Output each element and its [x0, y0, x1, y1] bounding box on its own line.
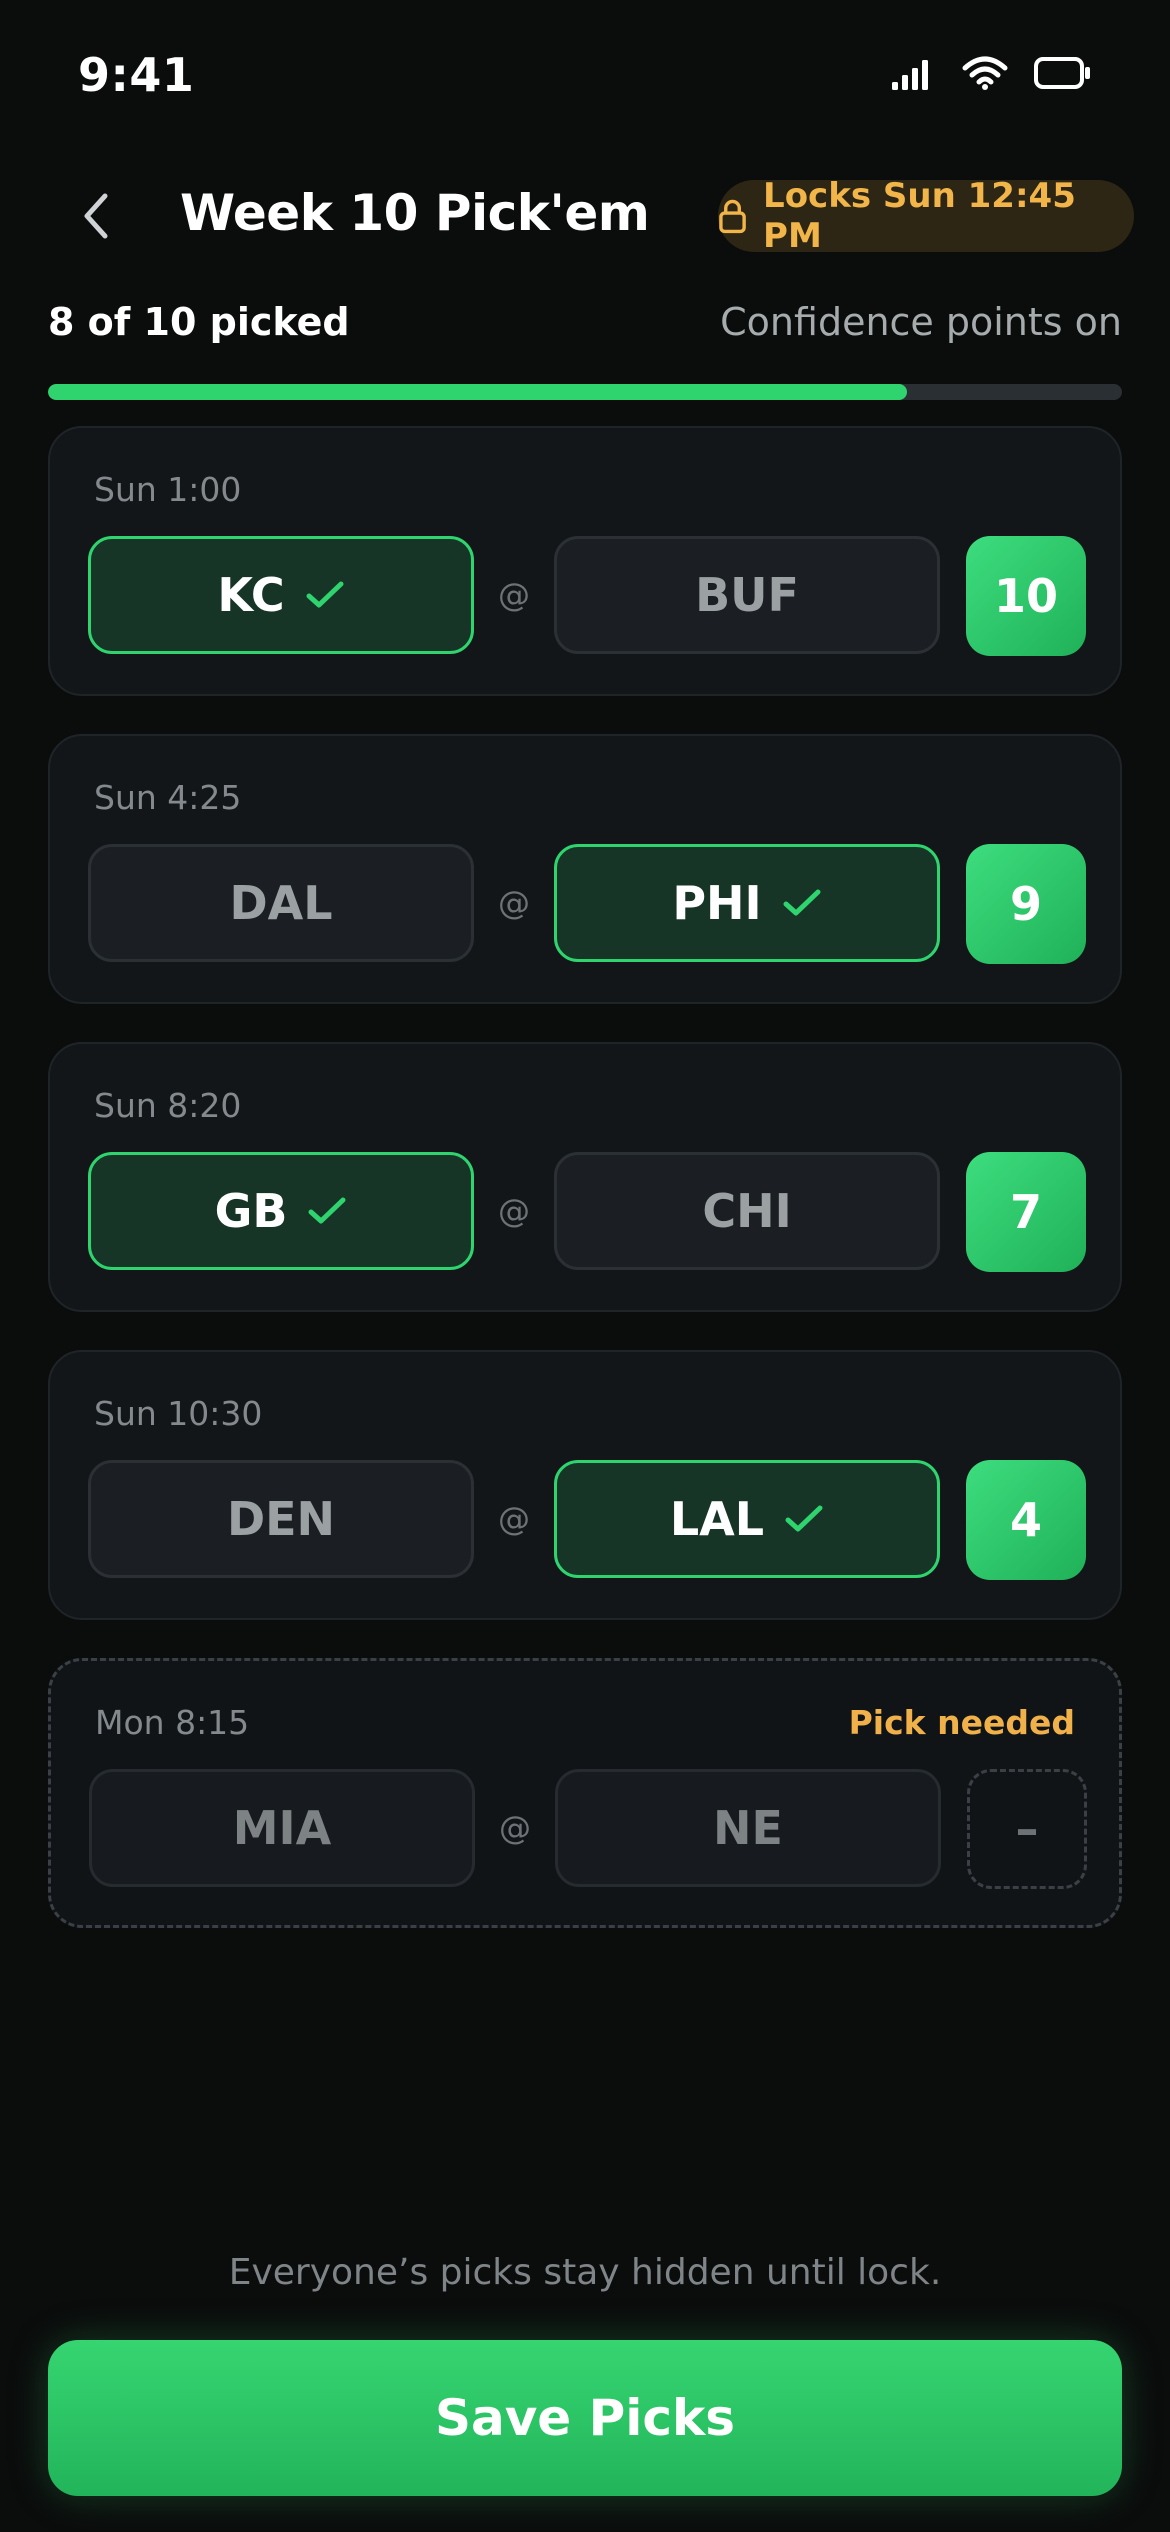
home-team-button[interactable]: BUF [554, 536, 940, 654]
picked-count: 8 of 10 picked [48, 300, 350, 344]
progress-summary: 8 of 10 picked Confidence points on [48, 300, 1122, 360]
at-separator: @ [499, 1809, 531, 1847]
checkmark-icon [308, 1197, 346, 1224]
at-separator: @ [498, 576, 530, 614]
checkmark-icon [306, 581, 344, 608]
lock-icon [719, 199, 746, 234]
at-separator: @ [498, 1500, 530, 1538]
progress-bar [48, 384, 1122, 400]
page-title: Week 10 Pick'em [180, 184, 650, 242]
battery-icon [1034, 57, 1090, 89]
back-chevron-icon [84, 193, 108, 239]
team-abbreviation: LAL [669, 1492, 765, 1546]
home-team-button[interactable]: LAL [554, 1460, 940, 1578]
game-time: Sun 10:30 [94, 1394, 263, 1433]
lock-time-text: Locks Sun 12:45 PM [763, 176, 1076, 256]
checkmark-icon [785, 1505, 823, 1532]
wifi-icon [962, 56, 1008, 90]
away-team-button[interactable]: DEN [88, 1460, 474, 1578]
team-abbreviation: DAL [229, 876, 333, 930]
away-team-button[interactable]: MIA [89, 1769, 475, 1887]
confidence-points-badge[interactable]: 9 [966, 844, 1086, 964]
checkmark-icon [783, 889, 821, 916]
status-bar: 9:41 [0, 0, 1170, 150]
team-abbreviation: MIA [232, 1801, 332, 1855]
game-time: Sun 8:20 [94, 1086, 242, 1125]
game-card: Sun 1:00 KC BUF @10 [48, 426, 1122, 696]
confidence-points-badge[interactable]: – [967, 1769, 1087, 1889]
games-list: Sun 1:00 KC BUF @10 Sun 4:25 DAL PHI @9 Sun 8:20… [48, 426, 1122, 1966]
home-team-button[interactable]: PHI [554, 844, 940, 962]
home-team-button[interactable]: NE [555, 1769, 941, 1887]
game-card: Sun 4:25 DAL PHI @9 [48, 734, 1122, 1004]
at-separator: @ [498, 1192, 530, 1230]
team-abbreviation: GB [214, 1184, 288, 1238]
pickem-screen: 9:41 Week 10 Pick'em Locks Sun 12:45 PM … [0, 0, 1170, 2532]
privacy-note: Everyone’s picks stay hidden until lock. [228, 2252, 942, 2293]
away-team-button[interactable]: GB [88, 1152, 474, 1270]
team-abbreviation: KC [217, 568, 285, 622]
back-button[interactable] [60, 180, 132, 252]
team-abbreviation: NE [713, 1801, 783, 1855]
away-team-button[interactable]: KC [88, 536, 474, 654]
game-card: Sun 8:20 GB CHI @7 [48, 1042, 1122, 1312]
pick-needed-label: Pick needed [848, 1703, 1075, 1742]
game-card: Sun 10:30 DEN LAL @4 [48, 1350, 1122, 1620]
home-team-button[interactable]: CHI [554, 1152, 940, 1270]
away-team-button[interactable]: DAL [88, 844, 474, 962]
progress-bar-fill [48, 384, 908, 400]
team-abbreviation: PHI [672, 876, 762, 930]
save-picks-button[interactable]: Save Picks [48, 2340, 1122, 2496]
confidence-points-badge[interactable]: 7 [966, 1152, 1086, 1272]
confidence-points-label: Confidence points on [720, 300, 1122, 344]
at-separator: @ [498, 884, 530, 922]
status-icons [892, 56, 1092, 90]
status-time: 9:41 [78, 48, 195, 102]
confidence-points-badge[interactable]: 4 [966, 1460, 1086, 1580]
game-time: Sun 4:25 [94, 778, 242, 817]
game-card: Mon 8:15 Pick needed MIA NE @ – [48, 1658, 1122, 1928]
signal-icon [892, 60, 928, 90]
lock-time-badge: Locks Sun 12:45 PM [718, 176, 1134, 256]
header: Week 10 Pick'em Locks Sun 12:45 PM [0, 170, 1170, 260]
confidence-points-badge[interactable]: 10 [966, 536, 1086, 656]
game-time: Mon 8:15 [95, 1703, 250, 1742]
team-abbreviation: BUF [695, 568, 799, 622]
team-abbreviation: CHI [702, 1184, 792, 1238]
team-abbreviation: DEN [226, 1492, 336, 1546]
game-time: Sun 1:00 [94, 470, 242, 509]
